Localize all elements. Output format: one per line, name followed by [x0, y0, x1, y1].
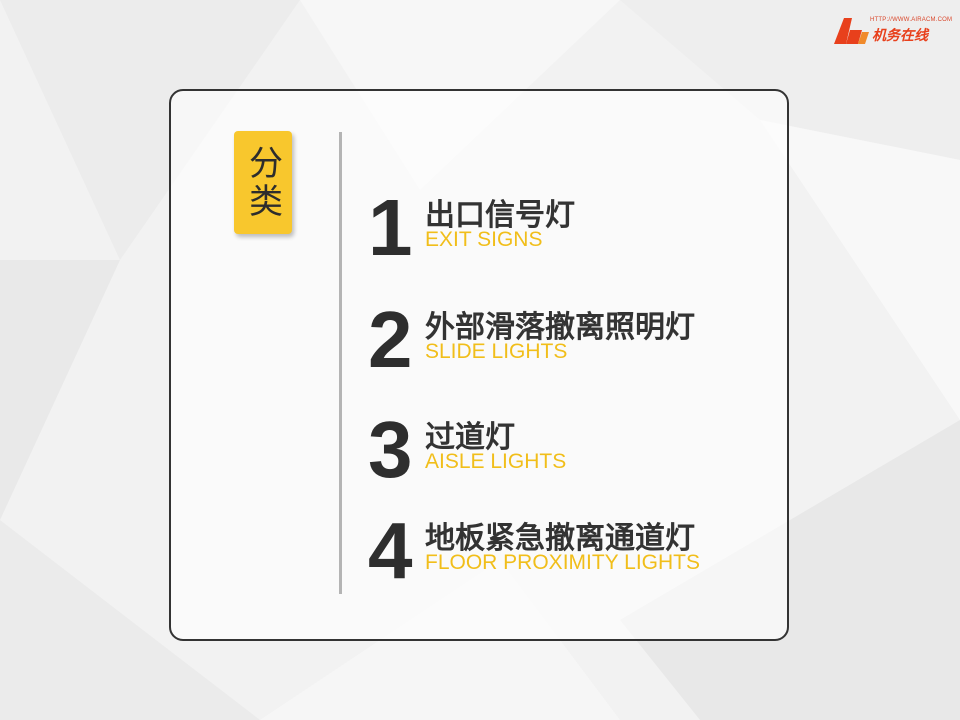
category-label: 分类 — [242, 144, 283, 221]
category-tag: 分类 — [234, 131, 292, 234]
item-number: 2 — [368, 295, 413, 384]
list-item: 3 过道灯 AISLE LIGHTS — [368, 410, 788, 500]
list-item: 1 出口信号灯 EXIT SIGNS — [368, 188, 788, 278]
item-title-en: AISLE LIGHTS — [425, 450, 567, 473]
item-number: 3 — [368, 405, 413, 494]
item-title-en: FLOOR PROXIMITY LIGHTS — [425, 551, 700, 574]
logo-name: 机务在线 — [872, 28, 928, 44]
logo-url: HTTP://WWW.AIRACM.COM — [870, 17, 953, 23]
item-title-en: SLIDE LIGHTS — [425, 340, 568, 363]
airacm-logo: HTTP://WWW.AIRACM.COM 机务在线 — [832, 14, 953, 48]
item-number: 1 — [368, 183, 413, 272]
list-item: 4 地板紧急撤离通道灯 FLOOR PROXIMITY LIGHTS — [368, 511, 788, 601]
list-item: 2 外部滑落撤离照明灯 SLIDE LIGHTS — [368, 300, 788, 390]
item-number: 4 — [368, 506, 413, 595]
vertical-divider — [339, 132, 342, 594]
item-title-en: EXIT SIGNS — [425, 228, 543, 251]
logo-mark-icon — [834, 18, 869, 44]
